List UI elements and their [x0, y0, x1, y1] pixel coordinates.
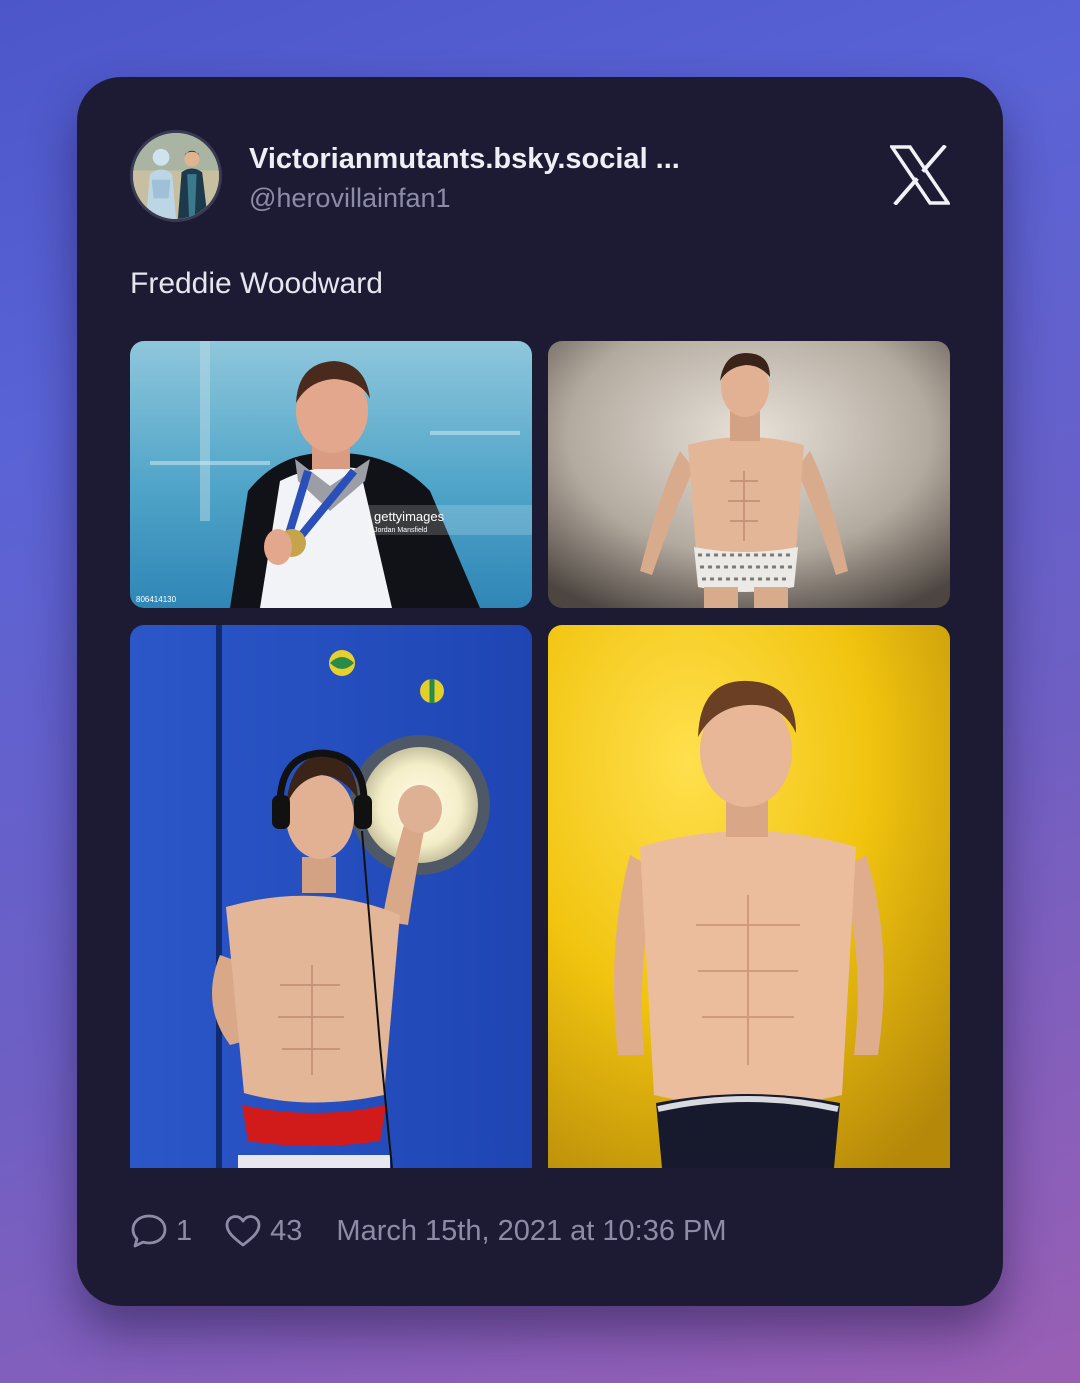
author-handle[interactable]: @herovillainfan1: [249, 183, 451, 214]
like-button[interactable]: 43: [224, 1212, 302, 1250]
media-grid: gettyimages Jordan Mansfield 806414130: [130, 341, 950, 1168]
reply-button[interactable]: 1: [130, 1212, 192, 1250]
avatar-illustration-icon: [133, 133, 219, 219]
reply-count: 1: [176, 1214, 193, 1247]
post-image-2[interactable]: [548, 341, 950, 608]
author-display-name[interactable]: Victorianmutants.bsky.social ...: [249, 143, 680, 176]
post-image-1[interactable]: gettyimages Jordan Mansfield 806414130: [130, 341, 532, 608]
post-footer: 1 43 March 15th, 2021 at 10:36 PM: [130, 1211, 727, 1251]
x-logo-icon[interactable]: [888, 144, 952, 206]
post-image-3[interactable]: [130, 625, 532, 1168]
post-card: Victorianmutants.bsky.social ... @herovi…: [77, 77, 1003, 1306]
like-count: 43: [270, 1214, 303, 1247]
watermark-image-id: 806414130: [136, 595, 177, 604]
post-image-4[interactable]: [548, 625, 950, 1168]
watermark-brand: gettyimages: [374, 509, 445, 524]
heart-icon: [225, 1215, 261, 1247]
post-text: Freddie Woodward: [130, 267, 383, 300]
post-timestamp[interactable]: March 15th, 2021 at 10:36 PM: [336, 1215, 726, 1248]
watermark-credit: Jordan Mansfield: [374, 527, 427, 534]
author-avatar[interactable]: [130, 130, 222, 222]
speech-bubble-icon: [131, 1214, 167, 1248]
